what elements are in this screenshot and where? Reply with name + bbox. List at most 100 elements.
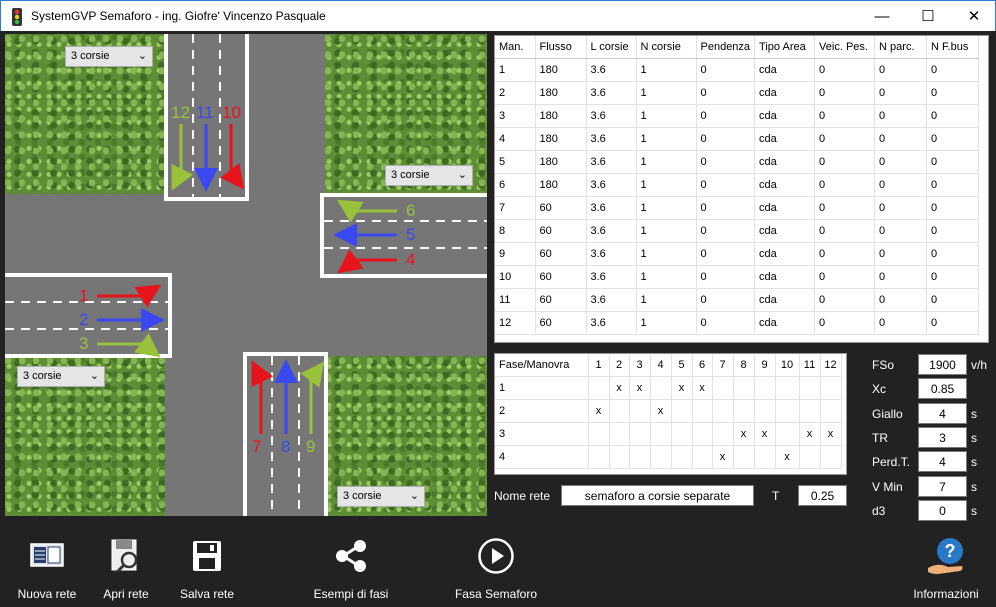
column-header[interactable]: 2 [609,354,630,377]
table-cell[interactable]: 0 [696,196,756,220]
table-cell[interactable]: 0 [814,219,876,243]
table-cell[interactable]: 3.6 [586,150,637,174]
table-row[interactable]: 11 60 3.6 1 0 cda 0 0 0 [495,288,980,312]
fasa-semaforo-button[interactable]: Fasa Semaforo [451,536,541,601]
table-cell[interactable]: x [671,376,693,400]
table-cell[interactable] [754,376,776,400]
table-cell[interactable] [609,399,630,423]
table-cell[interactable]: 0 [696,173,756,197]
table-cell[interactable]: cda [754,196,816,220]
table-cell[interactable]: 1 [636,150,697,174]
table-cell[interactable]: 0 [926,104,980,128]
table-cell[interactable]: 0 [926,288,980,312]
column-header[interactable]: Tipo Area [754,36,816,59]
apri-rete-button[interactable]: Apri rete [95,536,157,601]
table-cell[interactable]: 1 [636,104,697,128]
manovre-table[interactable]: Man. Flusso L corsie N corsie Pendenza Tipo A… [494,35,989,343]
table-cell[interactable] [799,399,821,423]
table-cell[interactable]: cda [754,173,816,197]
table-cell[interactable]: 0 [814,265,876,289]
table-cell[interactable]: 10 [495,265,536,289]
table-cell[interactable]: 3.6 [586,104,637,128]
param-input[interactable]: 7 [918,475,967,497]
table-cell[interactable]: 0 [926,219,980,243]
table-cell[interactable]: 0 [874,219,928,243]
table-cell[interactable]: x [609,376,630,400]
column-header[interactable]: 12 [820,354,842,377]
informazioni-button[interactable]: ? Informazioni [907,536,985,601]
table-row[interactable]: 3 180 3.6 1 0 cda 0 0 0 [495,104,980,128]
table-cell[interactable]: 0 [874,311,928,335]
table-cell[interactable]: 0 [926,311,980,335]
table-cell[interactable]: 1 [636,127,697,151]
fasi-table[interactable]: Fase/Manovra 1 2 3 4 5 6 7 8 9 10 11 12 1xxxx2xx3xxx… [494,353,847,475]
table-cell[interactable] [775,422,800,446]
table-cell[interactable]: cda [754,81,816,105]
table-cell[interactable]: 3.6 [586,81,637,105]
table-cell[interactable]: 6 [495,173,536,197]
table-cell[interactable]: x [754,422,776,446]
table-cell[interactable]: 1 [495,376,589,400]
table-cell[interactable]: 0 [696,311,756,335]
param-input[interactable]: 0.85 [918,378,967,400]
column-header[interactable]: N corsie [636,36,697,59]
table-cell[interactable]: x [650,399,672,423]
table-cell[interactable] [671,445,693,469]
table-cell[interactable]: x [692,376,713,400]
table-cell[interactable] [629,422,651,446]
table-cell[interactable] [629,399,651,423]
table-cell[interactable]: 180 [535,150,587,174]
column-header[interactable]: 4 [650,354,672,377]
table-cell[interactable]: 1 [636,242,697,266]
table-cell[interactable] [671,422,693,446]
t-input[interactable]: 0.25 [798,485,847,506]
table-row[interactable]: 10 60 3.6 1 0 cda 0 0 0 [495,265,980,289]
table-cell[interactable] [671,399,693,423]
table-cell[interactable]: cda [754,288,816,312]
table-cell[interactable] [650,445,672,469]
table-cell[interactable]: 60 [535,196,587,220]
column-header[interactable]: 9 [754,354,776,377]
table-row[interactable]: 1 180 3.6 1 0 cda 0 0 0 [495,58,980,82]
table-cell[interactable]: 4 [495,127,536,151]
table-cell[interactable]: 0 [874,173,928,197]
south-lanes-combo[interactable]: 3 corsie ⌄ [337,486,425,507]
table-cell[interactable]: 0 [696,265,756,289]
table-cell[interactable]: 9 [495,242,536,266]
table-cell[interactable] [775,399,800,423]
table-cell[interactable] [754,399,776,423]
table-row[interactable]: 7 60 3.6 1 0 cda 0 0 0 [495,196,980,220]
table-row[interactable]: 5 180 3.6 1 0 cda 0 0 0 [495,150,980,174]
table-cell[interactable]: 60 [535,288,587,312]
table-cell[interactable]: 4 [495,445,589,469]
table-cell[interactable]: 0 [874,104,928,128]
column-header[interactable]: 6 [692,354,713,377]
table-cell[interactable] [712,422,734,446]
table-cell[interactable]: 0 [696,104,756,128]
column-header[interactable]: 5 [671,354,693,377]
column-header[interactable]: N F.bus [926,36,980,59]
table-cell[interactable]: 3.6 [586,219,637,243]
table-cell[interactable]: 0 [814,288,876,312]
table-cell[interactable] [692,399,713,423]
table-cell[interactable]: x [733,422,755,446]
table-cell[interactable]: 0 [926,150,980,174]
table-cell[interactable]: 11 [495,288,536,312]
table-row[interactable]: 4 180 3.6 1 0 cda 0 0 0 [495,127,980,151]
table-cell[interactable]: x [799,422,821,446]
table-cell[interactable]: x [775,445,800,469]
table-cell[interactable]: 2 [495,399,589,423]
table-cell[interactable] [799,376,821,400]
param-input[interactable]: 1900 [918,354,967,375]
table-row[interactable]: 3xxxx [495,422,842,446]
table-row[interactable]: 1xxxx [495,376,842,400]
column-header[interactable]: Man. [495,36,536,59]
column-header[interactable]: Flusso [535,36,587,59]
column-header[interactable]: Fase/Manovra [495,354,589,377]
table-cell[interactable]: 0 [696,219,756,243]
param-input[interactable]: 4 [918,451,967,473]
table-cell[interactable] [609,445,630,469]
nome-rete-input[interactable]: semaforo a corsie separate [561,485,754,506]
table-row[interactable]: 6 180 3.6 1 0 cda 0 0 0 [495,173,980,197]
west-lanes-combo[interactable]: 3 corsie ⌄ [17,366,105,387]
